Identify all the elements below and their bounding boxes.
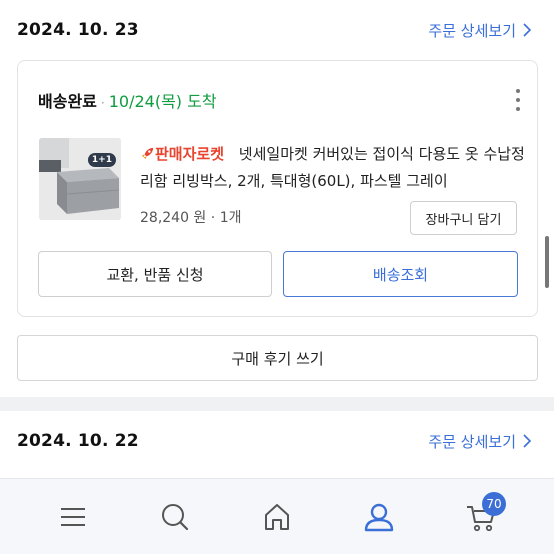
seller-rocket-tag: 판매자로켓	[140, 145, 229, 163]
write-review-button[interactable]: 구매 후기 쓰기	[17, 335, 538, 381]
order-card: 배송완료 · 10/24(목) 도착 1+1 판매자로켓 넷세일마켓 커버있는 …	[17, 60, 538, 317]
price-quantity: 28,240 원 · 1개	[140, 207, 241, 227]
seller-rocket-label: 판매자로켓	[155, 145, 225, 163]
order-detail-link[interactable]: 주문 상세보기	[428, 20, 532, 41]
cart-count-badge: 70	[482, 491, 506, 516]
product-title[interactable]: 판매자로켓 넷세일마켓 커버있는 접이식 다용도 옷 수납정리함 리빙박스, 2…	[140, 141, 530, 195]
chevron-right-icon	[523, 23, 532, 37]
exchange-return-button[interactable]: 교환, 반품 신청	[38, 251, 272, 297]
bundle-badge: 1+1	[87, 153, 116, 167]
status-separator: ·	[100, 96, 105, 110]
arrival-date: 10/24(목) 도착	[108, 92, 217, 111]
rocket-icon	[141, 147, 154, 160]
order-detail-link-label: 주문 상세보기	[428, 21, 516, 40]
delivery-tracking-button[interactable]: 배송조회	[283, 251, 518, 297]
nav-my-page[interactable]	[351, 489, 407, 545]
section-divider	[0, 397, 554, 411]
home-icon	[265, 503, 289, 530]
nav-menu[interactable]	[45, 489, 101, 545]
order-detail-link-label: 주문 상세보기	[428, 432, 516, 451]
product-thumbnail[interactable]: 1+1	[39, 138, 121, 220]
delivery-status: 배송완료 · 10/24(목) 도착	[38, 88, 217, 112]
add-to-cart-button[interactable]: 장바구니 담기	[410, 201, 517, 235]
order-header: 2024. 10. 22 주문 상세보기	[0, 411, 554, 471]
chevron-right-icon	[523, 434, 532, 448]
nav-home[interactable]	[249, 489, 305, 545]
scrollbar[interactable]	[545, 236, 549, 288]
search-icon	[162, 503, 189, 530]
product-quantity: 1개	[219, 210, 242, 226]
order-detail-link[interactable]: 주문 상세보기	[428, 431, 532, 452]
menu-icon	[61, 507, 85, 526]
bottom-nav: 70	[0, 478, 554, 554]
order-date: 2024. 10. 22	[17, 431, 139, 451]
more-options-icon[interactable]	[513, 89, 523, 111]
nav-search[interactable]	[147, 489, 203, 545]
order-header: 2024. 10. 23 주문 상세보기	[0, 0, 554, 60]
delivery-status-label: 배송완료	[38, 92, 97, 111]
order-date: 2024. 10. 23	[17, 20, 139, 40]
storage-box-image	[39, 138, 121, 220]
price-separator: ·	[210, 210, 216, 226]
nav-cart[interactable]: 70	[453, 489, 509, 545]
product-price: 28,240 원	[140, 210, 207, 226]
user-icon	[364, 503, 394, 531]
